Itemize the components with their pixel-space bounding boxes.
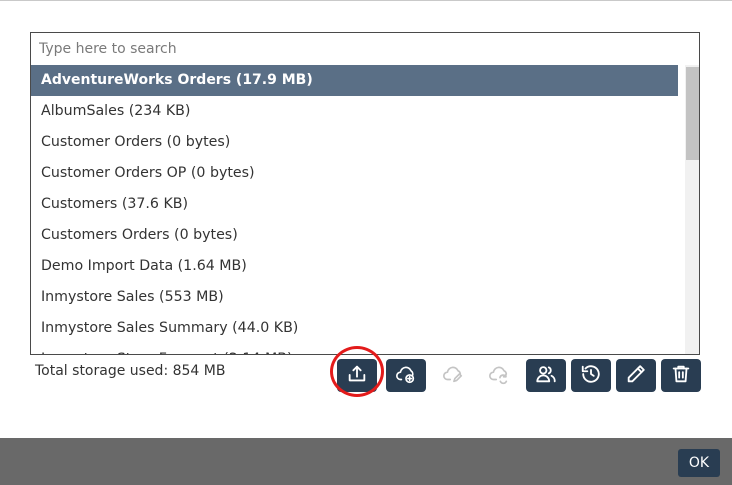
scrollbar-thumb[interactable] — [686, 67, 699, 160]
file-list-box: AdventureWorks Orders (17.9 MB) AlbumSal… — [30, 32, 700, 355]
file-list: AdventureWorks Orders (17.9 MB) AlbumSal… — [31, 65, 678, 354]
list-item[interactable]: Customer Orders (0 bytes) — [31, 127, 678, 158]
upload-button[interactable] — [337, 359, 377, 392]
list-item[interactable]: Customers (37.6 KB) — [31, 189, 678, 220]
trash-icon — [670, 363, 692, 388]
list-scrollbar[interactable] — [685, 65, 699, 354]
list-item[interactable]: Inmystore Store Forecast (2.14 MB) — [31, 344, 678, 354]
edit-cloud-button[interactable] — [433, 359, 473, 392]
add-cloud-button[interactable] — [386, 359, 426, 392]
list-item[interactable]: AdventureWorks Orders (17.9 MB) — [31, 65, 678, 96]
dialog-footer — [0, 438, 732, 485]
search-input[interactable] — [31, 33, 699, 65]
delete-button[interactable] — [661, 359, 701, 392]
list-item[interactable]: AlbumSales (234 KB) — [31, 96, 678, 127]
upload-icon — [346, 363, 368, 388]
list-item[interactable]: Demo Import Data (1.64 MB) — [31, 251, 678, 282]
sync-cloud-button[interactable] — [479, 359, 519, 392]
list-item[interactable]: Customer Orders OP (0 bytes) — [31, 158, 678, 189]
storage-used-label: Total storage used: 854 MB — [35, 363, 226, 379]
cloud-refresh-icon — [488, 363, 510, 388]
list-item[interactable]: Inmystore Sales Summary (44.0 KB) — [31, 313, 678, 344]
users-icon — [535, 363, 557, 388]
list-item[interactable]: Inmystore Sales (553 MB) — [31, 282, 678, 313]
rename-button[interactable] — [616, 359, 656, 392]
list-item[interactable]: Customers Orders (0 bytes) — [31, 220, 678, 251]
cloud-add-icon — [395, 363, 417, 388]
cloud-edit-icon — [442, 363, 464, 388]
ok-button[interactable]: OK — [678, 449, 720, 477]
history-icon — [580, 363, 602, 388]
history-button[interactable] — [571, 359, 611, 392]
share-users-button[interactable] — [526, 359, 566, 392]
pencil-icon — [625, 363, 647, 388]
dialog-top-border — [0, 0, 732, 1]
